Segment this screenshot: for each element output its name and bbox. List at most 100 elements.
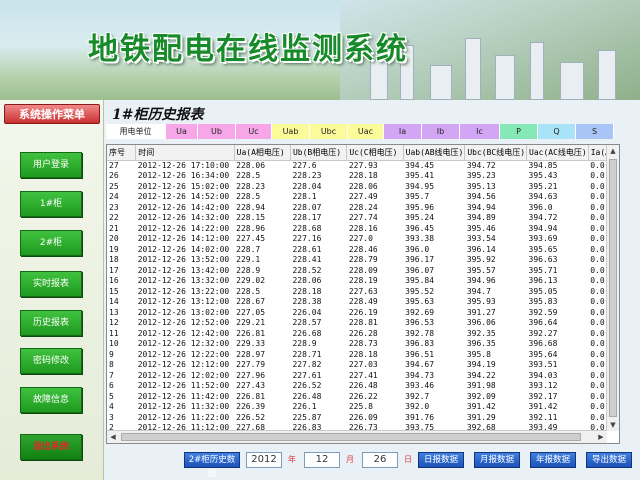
table-cell: 226.68 (292, 328, 322, 338)
table-cell: 396.0 (528, 202, 553, 212)
table-row[interactable]: 16 2012-12-26 13:32:00 229.02 228.06 228.19 3… (107, 276, 619, 287)
table-cell: 226.48 (348, 381, 378, 390)
table-cell: 227.05 (236, 307, 266, 317)
monthly-report-button[interactable]: 月报数据 (474, 452, 520, 468)
table-row[interactable]: 18 2012-12-26 13:52:00 229.1 228.41 228.79 39… (107, 255, 619, 266)
table-cell: 394.63 (528, 192, 558, 201)
table-cell: 396.07 (405, 265, 435, 275)
table-cell: 395.41 (405, 171, 435, 180)
horizontal-scroll-thumb[interactable] (121, 433, 581, 441)
table-cell: 2012-12-26 14:42:00 (137, 202, 230, 212)
table-cell: 9 (109, 349, 114, 359)
table-row[interactable]: 24 2012-12-26 14:52:00 228.5 228.1 227.49 395… (107, 192, 619, 203)
table-row[interactable]: 21 2012-12-26 14:22:00 228.96 228.68 228.16 3… (107, 224, 619, 235)
table-cell: 2012-12-26 13:22:00 (137, 286, 230, 296)
column-header[interactable]: Ua(A相电压) (234, 145, 291, 161)
table-header-row: 序号 时间 Ua(A相电压) Ub(B相电压) Uc(C相电压) Uab(AB线电压) Ub… (107, 145, 619, 161)
table-row[interactable]: 26 2012-12-26 16:34:00 228.5 228.23 228.18 39… (107, 171, 619, 182)
table-row[interactable]: 6 2012-12-26 11:52:00 227.43 226.52 226.48 39… (107, 381, 619, 392)
menu-realtime-report-button[interactable]: 实时报表 (20, 271, 82, 297)
day-input[interactable]: 26 (362, 452, 398, 468)
table-row[interactable]: 20 2012-12-26 14:12:00 227.45 227.16 227.0 39… (107, 234, 619, 245)
table-cell: 228.17 (292, 213, 322, 222)
table-row[interactable]: 17 2012-12-26 13:42:00 228.9 228.52 228.09 39… (107, 266, 619, 277)
daily-report-button[interactable]: 日报数据 (418, 452, 464, 468)
table-cell: 4 (109, 402, 114, 411)
phase-cell: P (500, 124, 538, 139)
table-row[interactable]: 14 2012-12-26 13:12:00 228.67 228.38 228.49 3… (107, 297, 619, 308)
vertical-scroll-thumb[interactable] (609, 159, 617, 417)
table-row[interactable]: 3 2012-12-26 11:22:00 226.52 225.87 226.09 39… (107, 413, 619, 424)
table-row[interactable]: 8 2012-12-26 12:12:00 227.79 227.82 227.03 39… (107, 360, 619, 371)
horizontal-scrollbar[interactable]: ◀ ▶ (107, 430, 607, 443)
table-row[interactable]: 22 2012-12-26 14:32:00 228.15 228.17 227.74 3… (107, 213, 619, 224)
menu-fault-info-button[interactable]: 故障信息 (20, 387, 82, 413)
export-data-button[interactable]: 导出数据 (586, 452, 632, 468)
table-cell: 392.0 (405, 402, 430, 411)
column-header[interactable]: 序号 (107, 145, 137, 161)
menu-cabinet1-button[interactable]: 1#柜 (20, 191, 82, 217)
table-row[interactable]: 4 2012-12-26 11:32:00 226.39 226.1 225.8 392.… (107, 402, 619, 413)
table-cell: 393.69 (528, 234, 558, 243)
scroll-left-icon[interactable]: ◀ (107, 431, 119, 443)
column-header[interactable]: Ubc(BC线电压) (464, 145, 528, 161)
header-banner: 地铁配电在线监测系统 (0, 0, 640, 100)
table-cell: 2012-12-26 11:52:00 (137, 381, 230, 390)
table-cell: 22 (109, 213, 119, 222)
table-cell: 2012-12-26 12:02:00 (137, 370, 230, 380)
table-cell: 227.43 (236, 381, 266, 390)
phase-cell: S (576, 124, 614, 139)
table-cell: 229.33 (236, 339, 266, 348)
table-row[interactable]: 25 2012-12-26 15:02:00 228.23 228.04 228.06 3… (107, 182, 619, 193)
year-input[interactable]: 2012 (246, 452, 282, 468)
history-table: 序号 时间 Ua(A相电压) Ub(B相电压) Uc(C相电压) Uab(AB线电压) Ub… (107, 145, 619, 443)
menu-cabinet2-button[interactable]: 2#柜 (20, 230, 82, 256)
table-row[interactable]: 10 2012-12-26 12:32:00 229.33 228.9 228.73 39… (107, 339, 619, 350)
menu-change-password-button[interactable]: 密码修改 (20, 348, 82, 374)
table-row[interactable]: 9 2012-12-26 12:22:00 228.97 228.71 228.18 39… (107, 350, 619, 361)
column-header[interactable]: 时间 (135, 145, 235, 161)
table-cell: 395.57 (466, 265, 496, 275)
table-row[interactable]: 13 2012-12-26 13:02:00 227.05 226.04 226.19 3… (107, 308, 619, 319)
table-cell: 2012-12-26 12:52:00 (137, 318, 230, 327)
table-cell: 226.1 (292, 402, 317, 411)
table-row[interactable]: 23 2012-12-26 14:42:00 228.94 228.07 228.24 3… (107, 203, 619, 214)
table-cell: 8 (109, 360, 114, 369)
scroll-down-icon[interactable]: ▼ (607, 419, 619, 431)
table-row[interactable]: 11 2012-12-26 12:42:00 226.81 226.68 226.28 3… (107, 329, 619, 340)
table-cell: 228.18 (348, 171, 378, 180)
menu-exit-button[interactable]: 退出系统 (20, 434, 82, 460)
cabinet2-history-button[interactable]: 2#柜历史数据 (184, 452, 240, 479)
table-cell: 394.45 (405, 160, 435, 170)
table-cell: 227.16 (292, 234, 322, 243)
table-cell: 227.74 (348, 213, 378, 222)
menu-history-report-button[interactable]: 历史报表 (20, 310, 82, 336)
menu-user-login-button[interactable]: 用户登录 (20, 152, 82, 178)
table-cell: 227.93 (348, 160, 378, 170)
table-row[interactable]: 5 2012-12-26 11:42:00 226.81 226.48 226.22 39… (107, 392, 619, 403)
column-header[interactable]: Uc(C相电压) (346, 145, 404, 161)
table-row[interactable]: 15 2012-12-26 13:22:00 228.5 228.18 227.63 39… (107, 287, 619, 298)
table-cell: 228.67 (236, 297, 266, 306)
table-cell: 228.23 (236, 181, 266, 191)
table-cell: 228.5 (236, 192, 261, 201)
scroll-right-icon[interactable]: ▶ (595, 431, 607, 443)
table-cell: 396.51 (405, 349, 435, 359)
table-row[interactable]: 27 2012-12-26 17:10:00 228.06 227.6 227.93 39… (107, 160, 619, 171)
table-row[interactable]: 12 2012-12-26 12:52:00 229.21 228.57 228.81 3… (107, 318, 619, 329)
table-row[interactable]: 19 2012-12-26 14:02:00 228.7 228.61 228.46 39… (107, 245, 619, 256)
month-input[interactable]: 12 (304, 452, 340, 468)
vertical-scrollbar[interactable]: ▲ ▼ (606, 145, 619, 431)
yearly-report-button[interactable]: 年报数据 (530, 452, 576, 468)
table-cell: 394.72 (466, 160, 496, 170)
table-row[interactable]: 7 2012-12-26 12:02:00 227.96 227.61 227.41 39… (107, 371, 619, 382)
scroll-up-icon[interactable]: ▲ (607, 145, 619, 157)
table-cell: 396.68 (528, 339, 558, 348)
column-header[interactable]: Uab(AB线电压) (403, 145, 466, 161)
column-header[interactable]: Ub(B相电压) (290, 145, 348, 161)
table-cell: 229.21 (236, 318, 266, 327)
table-cell: 227.03 (348, 360, 378, 369)
table-cell: 228.81 (348, 318, 378, 327)
table-cell: 396.17 (405, 255, 435, 264)
column-header[interactable]: Uac(AC线电压) (526, 145, 589, 161)
